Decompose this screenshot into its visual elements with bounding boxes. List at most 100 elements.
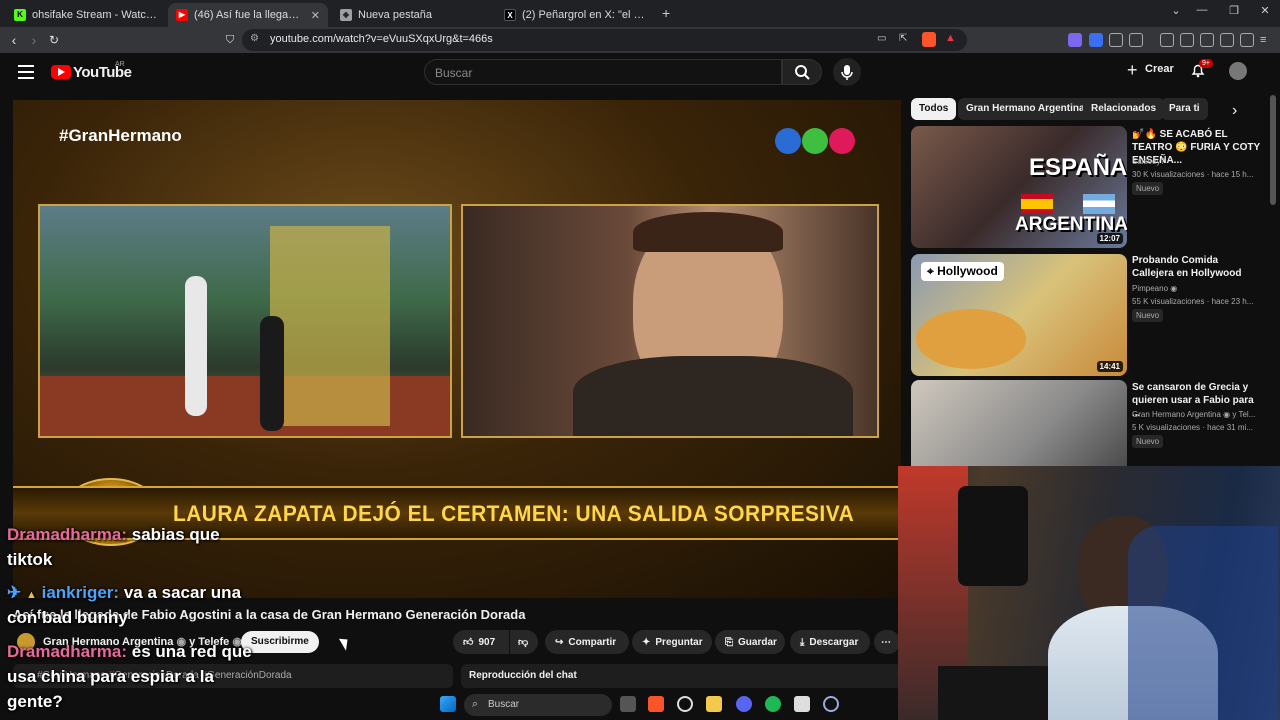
chat-text: usa china para espiar a la bbox=[7, 667, 214, 686]
video-thumbnail[interactable]: ⌖ Hollywood 14:41 bbox=[911, 254, 1127, 376]
new-badge: Nuevo bbox=[1132, 182, 1164, 195]
chat-replay-button[interactable]: Reproducción del chat bbox=[461, 664, 901, 688]
video-thumbnail[interactable]: ESPAÑA ARGENTINA 12:07 bbox=[911, 126, 1127, 248]
hollywood-label: ⌖ Hollywood bbox=[921, 262, 1004, 281]
download-button[interactable]: ⤓ Descargar bbox=[790, 630, 870, 654]
brave-rewards-icon[interactable]: ▲ bbox=[945, 32, 956, 44]
related-video-title[interactable]: Probando Comida Callejera en Hollywood bbox=[1132, 254, 1262, 280]
pizza-shape bbox=[916, 309, 1026, 369]
chevron-right-icon[interactable]: › bbox=[1232, 102, 1237, 120]
lower-third-text: LAURA ZAPATA DEJÓ EL CERTAMEN: UNA SALID… bbox=[173, 501, 855, 526]
media-controls-icon[interactable] bbox=[1160, 33, 1174, 47]
notification-badge: 9+ bbox=[1199, 59, 1213, 68]
tab-label: ohsifake Stream - Watch Live on Kick bbox=[32, 9, 158, 21]
sidebar-icon[interactable] bbox=[1180, 33, 1194, 47]
task-view-icon[interactable] bbox=[620, 696, 636, 712]
extension-icon[interactable] bbox=[1129, 33, 1143, 47]
related-video-meta: 55 K visualizaciones · hace 23 h... bbox=[1132, 297, 1254, 306]
app-icon[interactable] bbox=[794, 696, 810, 712]
app-icon[interactable] bbox=[823, 696, 839, 712]
save-button[interactable]: ⎘ Guardar bbox=[715, 630, 785, 654]
chip-relacionados[interactable]: Relacionados bbox=[1083, 98, 1165, 120]
spotify-icon[interactable] bbox=[765, 696, 781, 712]
video-thumbnail[interactable] bbox=[911, 380, 1127, 468]
search-icon: ⌕ bbox=[472, 698, 479, 710]
wallet-icon[interactable] bbox=[1200, 33, 1214, 47]
extension-icon[interactable] bbox=[1089, 33, 1103, 47]
chip-todos[interactable]: Todos bbox=[911, 98, 957, 120]
back-icon[interactable]: ‹ bbox=[4, 30, 24, 50]
spain-flag-icon bbox=[1021, 194, 1053, 214]
share-button[interactable]: ↪ Compartir bbox=[545, 630, 629, 654]
tab-new[interactable]: ◈ Nueva pestaña bbox=[332, 3, 492, 27]
subscribe-button[interactable]: Suscribirme bbox=[241, 631, 319, 653]
ask-button[interactable]: ✦ Preguntar bbox=[632, 630, 712, 654]
windows-start-icon[interactable] bbox=[440, 696, 456, 712]
download-label: Descargar bbox=[809, 636, 859, 648]
discord-icon[interactable] bbox=[736, 696, 752, 712]
chat-username: Dramadharma bbox=[7, 525, 122, 544]
video-player[interactable]: #GranHermano LAURA ZAPATA DEJÓ EL CERTAM… bbox=[13, 100, 901, 598]
obs-icon[interactable] bbox=[677, 696, 693, 712]
chip-gran-hermano[interactable]: Gran Hermano Argentina bbox=[958, 98, 1093, 120]
related-video-channel[interactable]: Pimpeano ◉ bbox=[1132, 282, 1272, 295]
tab-search-icon[interactable]: ⌄ bbox=[1164, 4, 1188, 17]
person-shape bbox=[185, 276, 207, 416]
vpn-icon[interactable] bbox=[1240, 33, 1254, 47]
chat-username: Dramadharma bbox=[7, 642, 122, 661]
taskbar-search-input[interactable]: Buscar bbox=[464, 694, 612, 716]
tab-youtube[interactable]: ▶ (46) Así fue la llegada de Fabi ✕ bbox=[168, 3, 328, 27]
video-panel-house bbox=[38, 204, 452, 438]
tab-x[interactable]: X (2) Peñargrol en X: "el mano a mano bbox=[496, 3, 656, 27]
address-bar[interactable]: ⚙ youtube.com/watch?v=eVuuSXqxUrg&t=466s… bbox=[242, 29, 967, 51]
dislike-button[interactable]: 👎︎ bbox=[510, 630, 538, 654]
video-panel-closeup bbox=[461, 204, 879, 438]
voice-search-button[interactable] bbox=[833, 58, 861, 86]
chat-text: sabias que bbox=[131, 525, 220, 544]
cast-icon[interactable]: ▭ bbox=[877, 33, 886, 44]
forward-icon[interactable]: › bbox=[24, 30, 44, 50]
create-button[interactable]: Crear bbox=[1145, 63, 1174, 75]
related-video-channel[interactable]: Salseoy? bbox=[1132, 155, 1272, 168]
x-logo-icon: X bbox=[504, 9, 516, 21]
close-window-icon[interactable]: ✕ bbox=[1253, 4, 1277, 17]
reload-icon[interactable]: ↻ bbox=[44, 30, 64, 50]
related-video-channel[interactable]: Gran Hermano Argentina ◉ y Tel... bbox=[1132, 408, 1272, 421]
browser-menu-icon[interactable]: ≡ bbox=[1260, 33, 1274, 47]
leo-ai-icon[interactable] bbox=[1220, 33, 1234, 47]
search-input[interactable]: Buscar bbox=[424, 59, 782, 85]
more-actions-button[interactable]: ⋯ bbox=[874, 630, 900, 654]
cap-shape bbox=[958, 486, 1028, 586]
bookmark-icon[interactable]: ⛉ bbox=[220, 30, 240, 50]
page-scrollbar[interactable] bbox=[1270, 95, 1276, 205]
share-icon[interactable]: ⇱ bbox=[899, 33, 907, 44]
chat-text: es una red que bbox=[131, 642, 252, 661]
brave-browser-icon[interactable] bbox=[648, 696, 664, 712]
hamburger-menu-icon[interactable] bbox=[18, 65, 34, 79]
like-button[interactable]: 👍︎ 907 bbox=[453, 630, 509, 654]
file-explorer-icon[interactable] bbox=[706, 696, 722, 712]
new-badge: Nuevo bbox=[1132, 309, 1164, 322]
tab-kick[interactable]: K ohsifake Stream - Watch Live on Kick bbox=[6, 3, 166, 27]
thumbnail-text: ESPAÑA bbox=[1029, 154, 1127, 181]
brave-shield-icon: ◈ bbox=[340, 9, 352, 21]
chip-para-ti[interactable]: Para ti bbox=[1161, 98, 1208, 120]
download-icon: ⤓ bbox=[800, 636, 805, 648]
extension-icon[interactable] bbox=[1109, 33, 1123, 47]
site-info-icon[interactable]: ⚙ bbox=[250, 33, 259, 44]
telefe-logo-dot bbox=[802, 128, 828, 154]
minimize-icon[interactable]: — bbox=[1190, 4, 1214, 16]
ask-label: Preguntar bbox=[655, 636, 703, 648]
search-button[interactable] bbox=[782, 59, 822, 85]
telefe-logo-dot bbox=[829, 128, 855, 154]
new-tab-button[interactable]: + bbox=[662, 5, 670, 21]
maximize-icon[interactable]: ❐ bbox=[1222, 4, 1246, 17]
chat-text: gente? bbox=[7, 692, 63, 711]
extension-icon[interactable] bbox=[1068, 33, 1082, 47]
related-video-meta: 5 K visualizaciones · hace 31 mi... bbox=[1132, 423, 1253, 432]
close-tab-icon[interactable]: ✕ bbox=[311, 9, 320, 22]
account-avatar[interactable] bbox=[1229, 62, 1247, 80]
video-duration: 12:07 bbox=[1096, 233, 1123, 244]
youtube-logo-icon[interactable] bbox=[51, 65, 71, 79]
brave-shields-icon[interactable] bbox=[922, 32, 936, 47]
